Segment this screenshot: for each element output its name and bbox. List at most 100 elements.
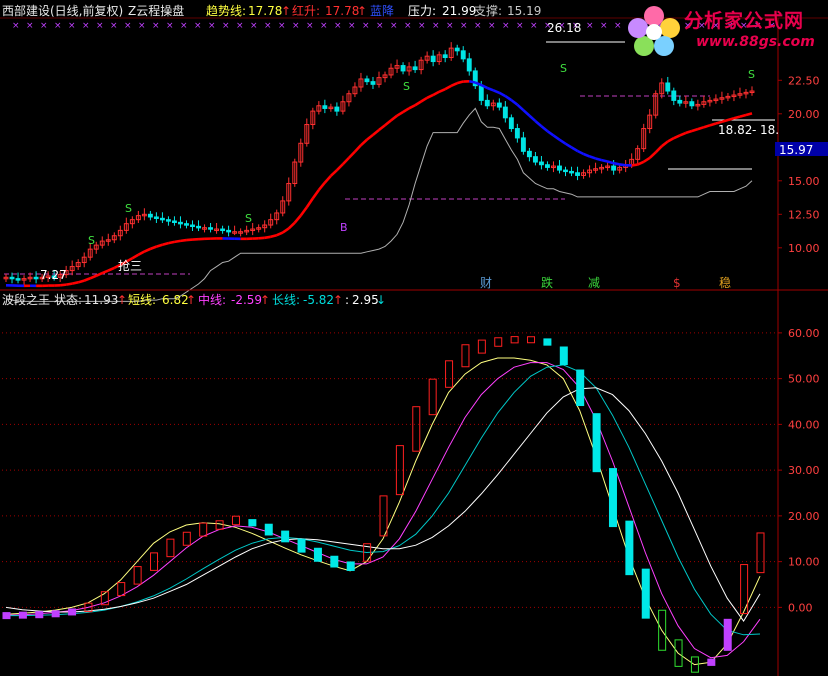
stock-chart[interactable]: × × × × × × × × × × × × × × × × × × × × × × × × × × × × × × × × × × × × × × × ×… <box>0 0 828 676</box>
extra-label: : <box>345 293 349 307</box>
flower-logo-icon <box>628 6 680 56</box>
trend-line-up <box>709 122 717 127</box>
candle-body <box>478 85 484 101</box>
signal-marker: × <box>250 21 258 31</box>
signal-marker: × <box>362 21 370 31</box>
trend-line-down <box>486 86 494 92</box>
signal-marker: × <box>110 21 118 31</box>
logo-url: www.88gs.com <box>696 34 815 50</box>
state-block <box>264 523 273 536</box>
trend-line-down <box>576 149 585 156</box>
state-block <box>625 520 634 576</box>
level-separator: - <box>752 123 756 137</box>
signal-marker: × <box>194 21 202 31</box>
extra-arrow: ↓ <box>376 293 386 307</box>
trend-line-down <box>601 158 608 163</box>
trend-line-down <box>528 114 537 123</box>
trend-line-up <box>180 238 187 243</box>
candle-body <box>15 278 21 281</box>
signal-marker: × <box>390 21 398 31</box>
state-block <box>576 369 585 407</box>
signal-marker: × <box>586 21 594 31</box>
stock-name: 西部建设(日线,前复权) <box>2 3 123 18</box>
trend-line-down <box>589 155 596 160</box>
candle-body <box>575 172 580 176</box>
trend-line-down <box>619 163 626 167</box>
state-value: 11.93 <box>84 293 118 307</box>
trend-line-up <box>137 250 145 256</box>
event-tag-jian: 减 <box>588 276 600 290</box>
trend-line-up <box>648 151 657 159</box>
signal-marker: × <box>516 21 524 31</box>
state-block <box>182 531 191 546</box>
trend-line-up <box>450 81 458 88</box>
long-label: 长线: <box>272 293 300 307</box>
red-arrow: ↑ <box>357 4 367 18</box>
trend-line-up <box>347 150 356 159</box>
event-tag-wen: 稳 <box>719 275 731 290</box>
pressure-value: 21.99 <box>442 4 476 18</box>
trend-line-up <box>186 238 193 242</box>
trend-line-down <box>534 120 543 128</box>
state-arrow: ↑ <box>117 293 127 307</box>
trend-line-up <box>739 113 747 118</box>
candle-body <box>9 276 15 280</box>
trend-line-up <box>654 145 663 154</box>
wave-king-indicator-panel[interactable] <box>2 336 765 673</box>
state-block <box>297 538 306 553</box>
candle-body <box>538 161 544 166</box>
trend-line-up <box>299 206 308 217</box>
level-right-label: 18. <box>760 123 779 137</box>
state-block <box>461 344 470 368</box>
signal-marker: × <box>236 21 244 31</box>
sub-tick-label: 50.00 <box>788 373 820 386</box>
trend-line-up <box>311 189 320 200</box>
trend-line-down <box>492 89 500 94</box>
candle-body <box>33 276 39 280</box>
state-block <box>68 608 77 616</box>
candle-body <box>370 81 376 85</box>
signal-marker: × <box>152 21 160 31</box>
signal-marker: × <box>138 21 146 31</box>
signal-marker: × <box>348 21 356 31</box>
trend-line-up <box>703 124 711 129</box>
state-block <box>51 610 60 618</box>
trend-line-up <box>317 181 326 191</box>
state-block <box>592 413 601 473</box>
trend-line-up <box>438 87 446 93</box>
trend-line-up <box>305 197 314 208</box>
trend-line-down <box>564 142 573 149</box>
trend-line-up <box>83 277 91 282</box>
trend-line-down <box>540 125 549 133</box>
signal-marker: × <box>376 21 384 31</box>
trend-line-down <box>498 91 506 98</box>
trend-line-down <box>583 152 591 158</box>
trend-line-up <box>360 138 368 147</box>
trend-line-up <box>456 80 464 85</box>
candle-body <box>442 54 448 59</box>
trend-line-down <box>570 146 579 153</box>
candle-body <box>334 106 340 112</box>
state-block <box>313 547 322 562</box>
trend-line-up <box>745 112 753 117</box>
current-price-label: 15.97 <box>779 143 813 157</box>
candle-body <box>147 213 153 218</box>
candle-body <box>159 217 165 221</box>
state-block <box>35 611 44 619</box>
trend-line-up <box>162 241 169 246</box>
state-block <box>199 522 208 537</box>
event-tag-dollar: $ <box>673 276 681 290</box>
blue-label: 蓝降 <box>370 4 394 18</box>
trend-line-down <box>595 157 602 162</box>
candle-body <box>496 102 502 108</box>
trend-line-up <box>270 233 278 239</box>
indicator-name: Z云程操盘 <box>128 3 184 18</box>
support-label: 支撑: <box>474 3 502 18</box>
signal-marker: × <box>292 21 300 31</box>
site-logo: 分析家公式网 www.88gs.com <box>626 4 826 56</box>
short-value: 6.82 <box>162 293 189 307</box>
candle-body <box>502 106 508 119</box>
state-block <box>248 519 257 527</box>
candle-body <box>563 169 568 173</box>
state-block <box>641 568 650 619</box>
